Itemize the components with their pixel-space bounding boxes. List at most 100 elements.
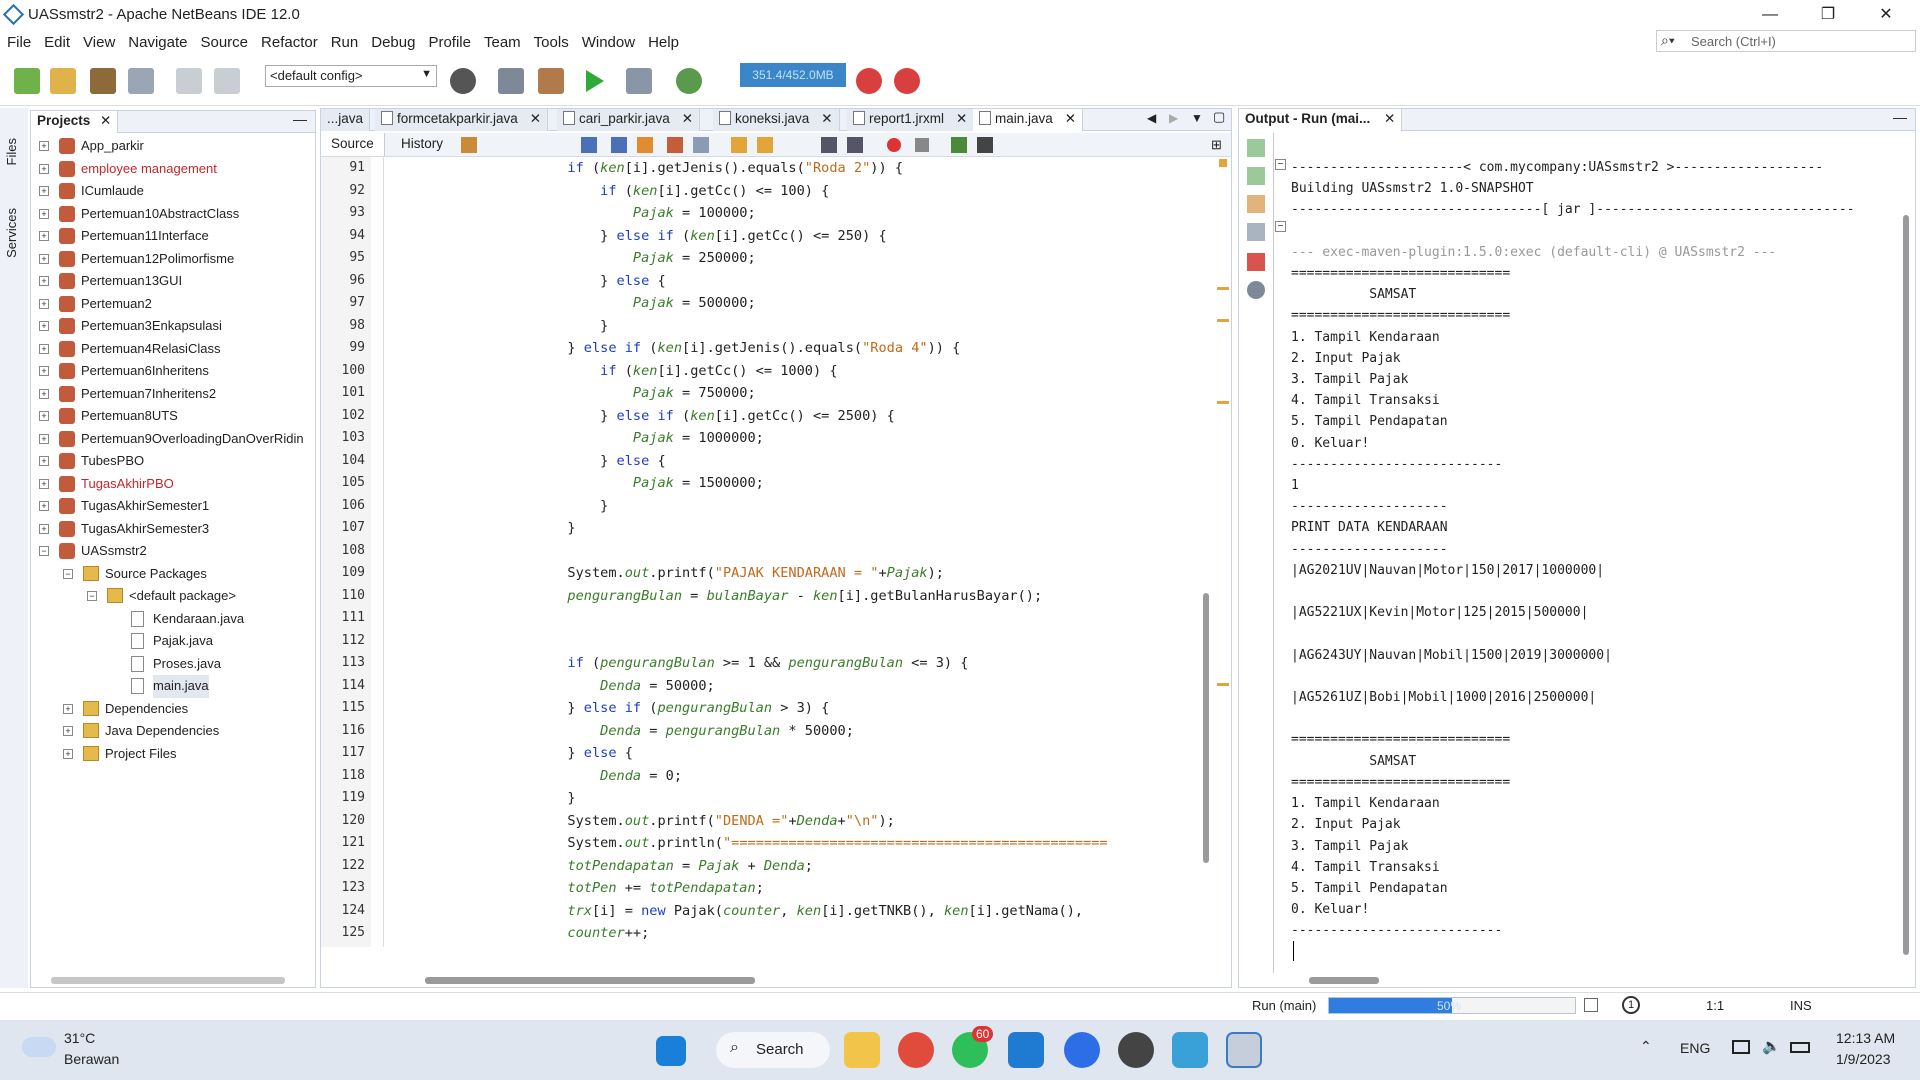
tree-project-item[interactable]: + Pertemuan8UTS — [35, 405, 313, 428]
file-explorer-icon[interactable] — [844, 1032, 880, 1068]
close-icon[interactable]: ✕ — [682, 111, 693, 126]
menu-navigate[interactable]: Navigate — [121, 30, 193, 51]
code-line[interactable]: System.out.printf("PAJAK KENDARAAN = "+P… — [371, 562, 1201, 585]
split-icon[interactable]: ⊞ — [1211, 137, 1222, 153]
menu-refactor[interactable]: Refactor — [254, 30, 324, 51]
expand-icon[interactable]: + — [39, 388, 49, 399]
code-line[interactable] — [371, 607, 1201, 630]
code-line[interactable]: } — [371, 517, 1201, 540]
menu-tools[interactable]: Tools — [527, 30, 575, 51]
horizontal-scrollbar[interactable] — [425, 977, 755, 984]
tab-list-icon[interactable]: ▼ — [1191, 111, 1203, 125]
code-line[interactable]: totPendapatan = Pajak + Denda; — [371, 855, 1201, 878]
fold-toggle-icon[interactable]: − — [1275, 221, 1286, 232]
code-line[interactable]: } else { — [371, 450, 1201, 473]
code-line[interactable]: } else if (pengurangBulan > 3) { — [371, 697, 1201, 720]
expand-icon[interactable]: + — [39, 141, 49, 151]
clean-build-icon[interactable] — [538, 68, 564, 94]
collapse-icon[interactable]: − — [87, 591, 97, 601]
tree-project-item[interactable]: + Pertemuan11Interface — [35, 225, 313, 248]
run-icon[interactable] — [586, 70, 604, 92]
tree-source-packages[interactable]: − Source Packages — [35, 563, 313, 586]
horizontal-scrollbar[interactable] — [51, 977, 285, 984]
start-windows-icon[interactable] — [656, 1036, 686, 1066]
next-bookmark-icon[interactable] — [757, 137, 773, 153]
history-mode-button[interactable]: History — [391, 133, 453, 156]
netbeans-app-icon[interactable] — [1226, 1032, 1262, 1068]
code-line[interactable]: trx[i] = new Pajak(counter, ken[i].getTN… — [371, 900, 1201, 923]
clear-icon[interactable] — [1247, 253, 1265, 271]
menu-run[interactable]: Run — [324, 30, 365, 51]
tree-project-item[interactable]: + employee management — [35, 158, 313, 181]
tray-chevron-icon[interactable]: ⌃ — [1640, 1038, 1652, 1055]
tree-project-item[interactable]: + Pertemuan7Inheritens2 — [35, 383, 313, 406]
fold-toggle-icon[interactable]: − — [1275, 159, 1286, 170]
search-box[interactable]: ⌕▾ Search (Ctrl+I) — [1656, 30, 1916, 52]
tree-project-item[interactable]: + Pertemuan13GUI — [35, 270, 313, 293]
code-line[interactable]: Pajak = 250000; — [371, 247, 1201, 270]
expand-icon[interactable]: + — [39, 433, 49, 444]
tab-editor-file[interactable]: main.java ✕ — [973, 109, 1084, 131]
expand-icon[interactable]: + — [63, 748, 73, 759]
tree-project-item[interactable]: + Pertemuan9OverloadingDanOverRidin — [35, 428, 313, 451]
diff-icon[interactable] — [951, 137, 967, 153]
clock-time[interactable]: 12:13 AM — [1836, 1030, 1895, 1046]
horizontal-scrollbar[interactable] — [1309, 977, 1379, 984]
code-line[interactable]: Pajak = 100000; — [371, 202, 1201, 225]
menu-view[interactable]: View — [76, 30, 121, 51]
expand-icon[interactable]: + — [39, 298, 49, 309]
code-line[interactable] — [371, 630, 1201, 653]
run-status-label[interactable]: Run (main) — [1252, 998, 1316, 1013]
expand-icon[interactable]: + — [39, 253, 49, 264]
memory-meter[interactable]: 351.4/452.0MB — [740, 63, 846, 87]
rerun-icon[interactable] — [1247, 139, 1265, 157]
expand-icon[interactable]: + — [39, 231, 49, 241]
close-icon[interactable]: ✕ — [530, 111, 541, 126]
code-line[interactable]: System.out.println("====================… — [371, 832, 1201, 855]
new-file-icon[interactable] — [14, 68, 40, 94]
search-input[interactable]: Search (Ctrl+I) — [1691, 34, 1776, 49]
code-line[interactable]: if (pengurangBulan >= 1 && pengurangBula… — [371, 652, 1201, 675]
tree-project-item[interactable]: + TubesPBO — [35, 450, 313, 473]
menu-window[interactable]: Window — [575, 30, 641, 51]
collapse-icon[interactable]: − — [39, 546, 49, 556]
code-line[interactable]: pengurangBulan = bulanBayar - ken[i].get… — [371, 585, 1201, 608]
code-line[interactable]: counter++; — [371, 922, 1201, 945]
volume-icon[interactable]: 🔈 — [1762, 1037, 1781, 1055]
globe-icon[interactable] — [450, 68, 476, 94]
console-output[interactable]: ----------------------< com.mycompany:UA… — [1291, 157, 1901, 937]
cancel-progress-icon[interactable] — [1584, 998, 1598, 1012]
close-icon[interactable]: ✕ — [1065, 111, 1076, 126]
tab-editor-file[interactable]: ...java — [321, 109, 371, 131]
close-icon[interactable]: ✕ — [1384, 111, 1395, 126]
code-line[interactable]: } else { — [371, 742, 1201, 765]
code-line[interactable]: } — [371, 495, 1201, 518]
tab-editor-file[interactable]: koneksi.java ✕ — [713, 109, 840, 131]
warning-marker[interactable] — [1217, 319, 1229, 322]
code-line[interactable]: if (ken[i].getJenis().equals("Roda 2")) … — [371, 157, 1201, 180]
code-line[interactable]: Pajak = 500000; — [371, 292, 1201, 315]
tab-editor-file[interactable]: cari_parkir.java ✕ — [557, 109, 701, 131]
menu-edit[interactable]: Edit — [37, 30, 76, 51]
tree-file-item[interactable]: Pajak.java — [35, 630, 313, 653]
tree-project-item[interactable]: + Pertemuan4RelasiClass — [35, 338, 313, 361]
expand-icon[interactable]: + — [39, 321, 49, 331]
code-line[interactable]: Denda = pengurangBulan * 50000; — [371, 720, 1201, 743]
tree-project-item[interactable]: + Pertemuan12Polimorfisme — [35, 248, 313, 271]
profiler-snapshot-icon[interactable] — [894, 68, 920, 94]
code-line[interactable]: Pajak = 750000; — [371, 382, 1201, 405]
close-icon[interactable]: ✕ — [100, 113, 111, 128]
source-mode-button[interactable]: Source — [321, 133, 385, 156]
tab-editor-file[interactable]: formcetakparkir.java ✕ — [375, 109, 549, 131]
find-next-icon[interactable] — [637, 137, 653, 153]
code-line[interactable]: System.out.printf("DENDA ="+Denda+"\n"); — [371, 810, 1201, 833]
expand-icon[interactable]: + — [63, 703, 73, 714]
expand-icon[interactable]: + — [39, 456, 49, 466]
tree-project-item[interactable]: + TugasAkhirSemester3 — [35, 518, 313, 541]
redo-icon[interactable] — [214, 68, 240, 94]
tree-dependencies[interactable]: + Dependencies — [35, 698, 313, 721]
toggle-highlight-icon[interactable] — [667, 137, 683, 153]
minimize-button[interactable]: — — [1742, 0, 1798, 30]
minimize-panel-icon[interactable]: — — [293, 111, 307, 127]
code-line[interactable]: if (ken[i].getCc() <= 100) { — [371, 180, 1201, 203]
